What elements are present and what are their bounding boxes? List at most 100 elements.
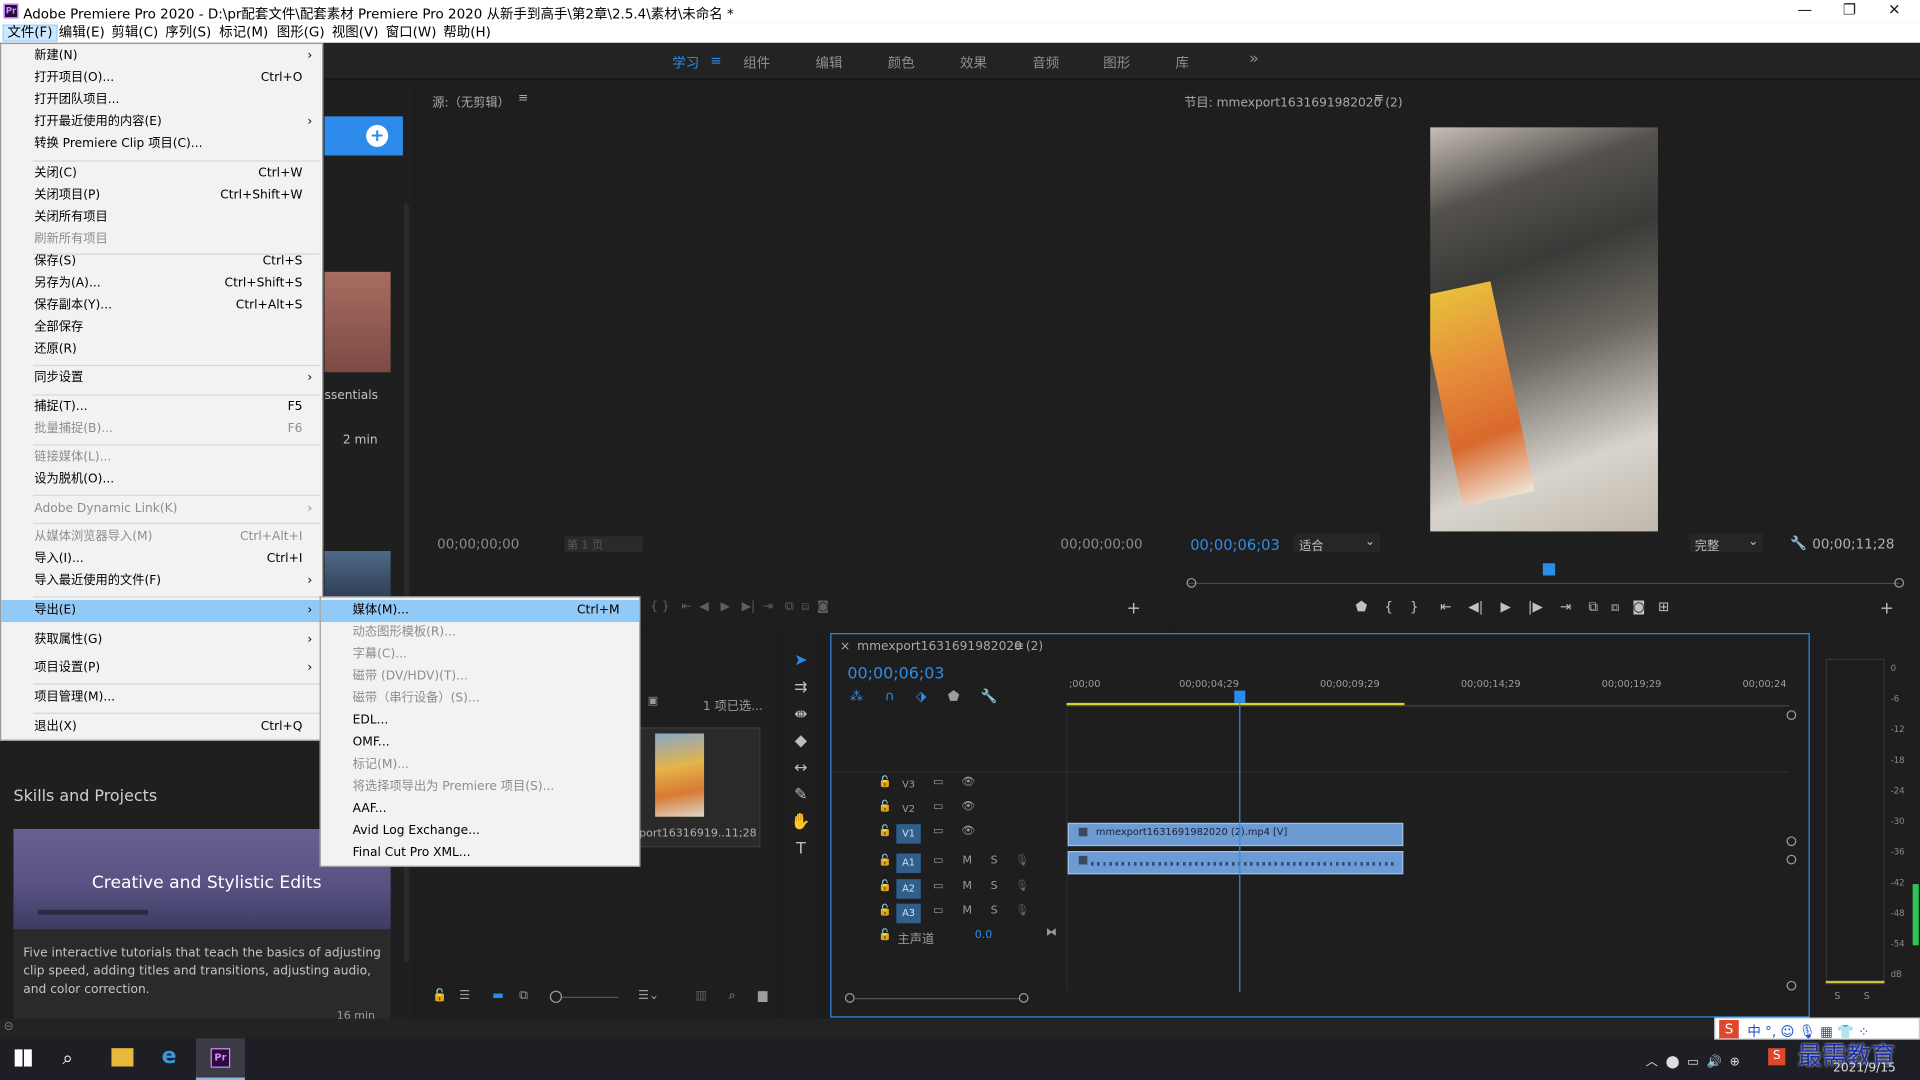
solo-button[interactable]: S (991, 855, 998, 867)
file-menu-item[interactable]: 项目设置(P) › (1, 658, 322, 680)
track-target-v1[interactable]: V1 (896, 824, 921, 844)
workspace-effects[interactable]: 效果 (960, 53, 987, 73)
h-scroll-handle-left[interactable] (844, 993, 855, 1003)
file-menu-item[interactable]: 关闭项目(P) Ctrl+Shift+W (1, 185, 322, 207)
timeline-playhead-handle[interactable] (1234, 690, 1246, 703)
menu-view[interactable]: 视图(V) (328, 24, 382, 41)
export-menu-item[interactable]: EDL... (321, 710, 639, 732)
selection-tool-icon[interactable]: ➤ (785, 651, 817, 669)
premiere-taskbar-button[interactable]: Pr (195, 1038, 245, 1080)
solo-button[interactable]: S (991, 905, 998, 917)
program-add-button-icon[interactable]: + (1880, 599, 1894, 619)
track-target-a1[interactable]: A1 (896, 853, 921, 874)
workspace-menu-icon[interactable]: ≡ (710, 53, 721, 69)
master-volume-value[interactable]: 0.0 (975, 929, 993, 941)
file-menu-item[interactable]: 捕捉(T)... F5 (1, 397, 322, 419)
sync-lock-icon[interactable]: ▭ (933, 880, 943, 892)
razor-tool-icon[interactable]: ◆ (785, 732, 817, 750)
solo-left-button[interactable]: S (1834, 991, 1840, 1002)
zoom-handle-right[interactable] (1894, 577, 1905, 588)
file-explorer-icon[interactable] (111, 1048, 134, 1067)
timeline-menu-icon[interactable]: ≡ (1014, 640, 1024, 653)
file-menu-item[interactable]: 还原(R) (1, 339, 322, 361)
export-menu-item[interactable]: 磁带 (DV/HDV)(T)... (321, 666, 639, 688)
freeform-view-icon[interactable]: ⧉ (519, 989, 528, 1002)
file-menu-item[interactable]: 新建(N) › (1, 45, 322, 67)
master-end-icon[interactable]: ⧓ (1046, 927, 1057, 939)
file-menu-item[interactable]: 打开团队项目... (1, 89, 322, 111)
automate-icon[interactable]: ▥ (696, 989, 708, 1002)
file-menu-item[interactable]: 导入(I)... Ctrl+I (1, 549, 322, 571)
program-transport-controls[interactable]: ⬟ { } ⇤ ◀| ▶ |▶ ⇥ ⧉ ⧈ ◙ ⊞ (1356, 599, 1670, 616)
h-scroll-handle-right[interactable] (1018, 993, 1029, 1003)
list-view-icon[interactable]: ☰ (459, 989, 470, 1002)
mute-button[interactable]: M (962, 855, 972, 867)
windows-start-icon[interactable] (14, 1049, 32, 1067)
export-menu-item[interactable]: Avid Log Exchange... (321, 820, 639, 842)
taskbar-date[interactable]: 2021/9/15 (1833, 1062, 1896, 1075)
program-timecode[interactable]: 00;00;06;03 (1190, 536, 1280, 553)
file-menu-item[interactable]: 设为脱机(O)... (1, 469, 322, 491)
track-target-v3[interactable]: V3 (896, 775, 920, 795)
microphone-icon[interactable]: 🎙 (1015, 855, 1029, 867)
sogou-ime-icon[interactable]: S (1719, 1020, 1739, 1039)
menu-window[interactable]: 窗口(W) (382, 24, 440, 41)
file-menu-item[interactable]: 从媒体浏览器导入(M) Ctrl+Alt+I (1, 527, 322, 549)
export-menu-item[interactable]: 字幕(C)... (321, 644, 639, 666)
timeline-playhead-line[interactable] (1239, 702, 1241, 992)
sogou-tray-icon[interactable]: S (1768, 1048, 1786, 1066)
lock-icon[interactable]: 🔓 (878, 776, 892, 788)
eye-icon[interactable]: 👁 (961, 776, 975, 788)
h-scrollbar[interactable] (854, 997, 1019, 1000)
fit-dropdown[interactable]: 适合 ⌄ (1294, 533, 1381, 553)
file-menu-item[interactable]: 项目管理(M)... (1, 687, 322, 709)
menu-edit[interactable]: 编辑(E) (55, 24, 108, 41)
source-page-dropdown[interactable]: 第 1 页 (564, 536, 643, 553)
workspace-libraries[interactable]: 库 (1176, 53, 1189, 73)
lock-icon[interactable]: 🔓 (878, 801, 892, 813)
sync-lock-icon[interactable]: ▭ (933, 776, 943, 788)
file-menu-item[interactable]: Adobe Dynamic Link(K) › (1, 498, 322, 520)
program-panel-menu-icon[interactable]: ≡ (1374, 92, 1384, 105)
sync-lock-icon[interactable]: ▭ (933, 855, 943, 867)
hand-tool-icon[interactable]: ✋ (785, 813, 817, 831)
file-menu-item[interactable]: 打开项目(O)... Ctrl+O (1, 67, 322, 89)
sync-lock-icon[interactable]: ▭ (933, 905, 943, 917)
menu-sequence[interactable]: 序列(S) (162, 24, 215, 41)
zoom-slider-handle[interactable] (549, 990, 563, 1003)
sync-lock-icon[interactable]: ▭ (933, 801, 943, 813)
file-menu-item[interactable]: 获取属性(G) › (1, 629, 322, 651)
file-menu-item[interactable]: 全部保存 (1, 317, 322, 339)
track-target-v2[interactable]: V2 (896, 800, 920, 820)
quality-dropdown[interactable]: 完整 ⌄ (1689, 533, 1764, 553)
export-menu-item[interactable]: 将选择项导出为 Premiere 项目(S)... (321, 776, 639, 798)
workspace-learning[interactable]: 学习 (672, 53, 699, 73)
mute-button[interactable]: M (962, 905, 972, 917)
file-menu-item[interactable]: 打开最近使用的内容(E) › (1, 111, 322, 133)
timeline-timecode[interactable]: 00;00;06;03 (847, 665, 944, 683)
lock-icon[interactable]: 🔓 (878, 855, 892, 867)
file-menu-item[interactable]: 链接媒体(L)... (1, 447, 322, 469)
timeline-close-icon[interactable]: × (840, 640, 850, 653)
v-scroll-handle-4[interactable] (1786, 980, 1797, 991)
export-menu-item[interactable]: 标记(M)... (321, 754, 639, 776)
menu-markers[interactable]: 标记(M) (216, 24, 272, 41)
zoom-handle-left[interactable] (1186, 577, 1197, 588)
card-body[interactable]: Five interactive tutorials that teach th… (13, 929, 391, 1024)
mute-button[interactable]: M (962, 880, 972, 892)
file-menu-item[interactable]: 批量捕捉(B)... F6 (1, 419, 322, 441)
microphone-icon[interactable]: 🎙 (1015, 880, 1029, 892)
solo-right-button[interactable]: S (1864, 991, 1870, 1002)
source-panel-menu-icon[interactable]: ≡ (518, 92, 528, 105)
edge-browser-icon[interactable]: e (162, 1043, 177, 1069)
ime-mode-toggle[interactable]: 中 °, ☺ 🎙 ▦ 👕 ⁘ (1747, 1021, 1869, 1041)
project-icon-view-icon[interactable]: ▣ (648, 696, 658, 708)
file-menu-item[interactable]: 另存为(A)... Ctrl+Shift+S (1, 273, 322, 295)
program-playhead[interactable] (1542, 563, 1556, 576)
search-icon[interactable]: ⌕ (62, 1047, 72, 1069)
track-select-tool-icon[interactable]: ⇉ (785, 678, 817, 696)
export-menu-item[interactable]: 动态图形模板(R)... (321, 622, 639, 644)
close-button[interactable]: ✕ (1888, 1, 1900, 18)
v-scroll-handle[interactable] (1786, 710, 1797, 721)
pen-tool-icon[interactable]: ✎ (785, 786, 817, 804)
